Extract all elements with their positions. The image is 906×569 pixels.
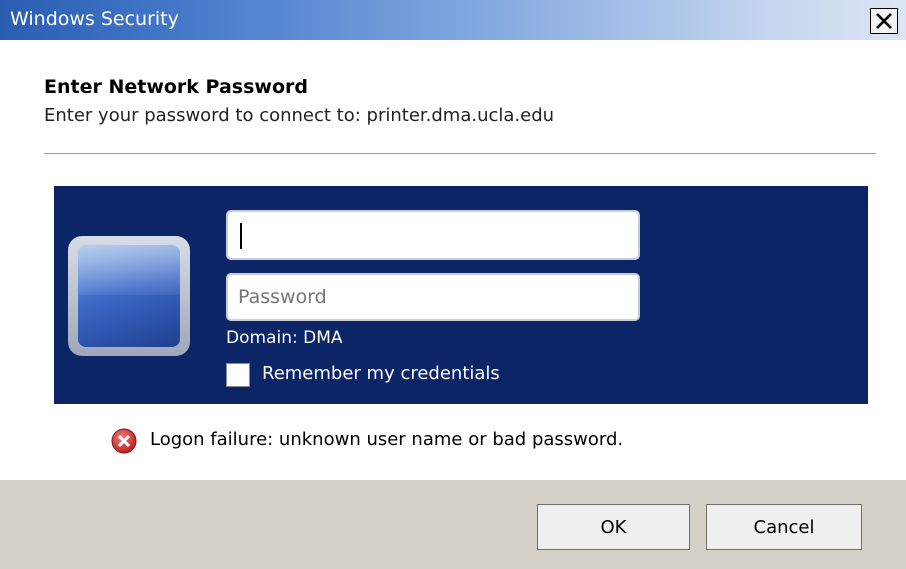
dialog-heading: Enter Network Password [44, 76, 308, 98]
remember-checkbox[interactable] [226, 363, 250, 387]
ok-button[interactable]: OK [537, 504, 690, 550]
title-bar: Windows Security [0, 0, 906, 40]
text-caret [240, 223, 242, 249]
divider [44, 153, 876, 154]
credential-panel: Domain: DMA Remember my credentials [54, 186, 868, 404]
username-input[interactable] [226, 210, 640, 260]
password-input[interactable] [226, 273, 640, 321]
dialog-subheading: Enter your password to connect to: print… [44, 105, 555, 126]
close-button[interactable] [870, 8, 898, 34]
window-title: Windows Security [10, 8, 179, 30]
user-tile-icon [68, 236, 190, 356]
error-text: Logon failure: unknown user name or bad … [150, 429, 624, 450]
close-icon [876, 13, 892, 29]
domain-label: Domain: DMA [226, 328, 343, 348]
error-x-icon [111, 428, 137, 454]
cancel-button[interactable]: Cancel [706, 504, 862, 550]
remember-label[interactable]: Remember my credentials [262, 363, 500, 384]
button-bar: OK Cancel [0, 480, 906, 569]
